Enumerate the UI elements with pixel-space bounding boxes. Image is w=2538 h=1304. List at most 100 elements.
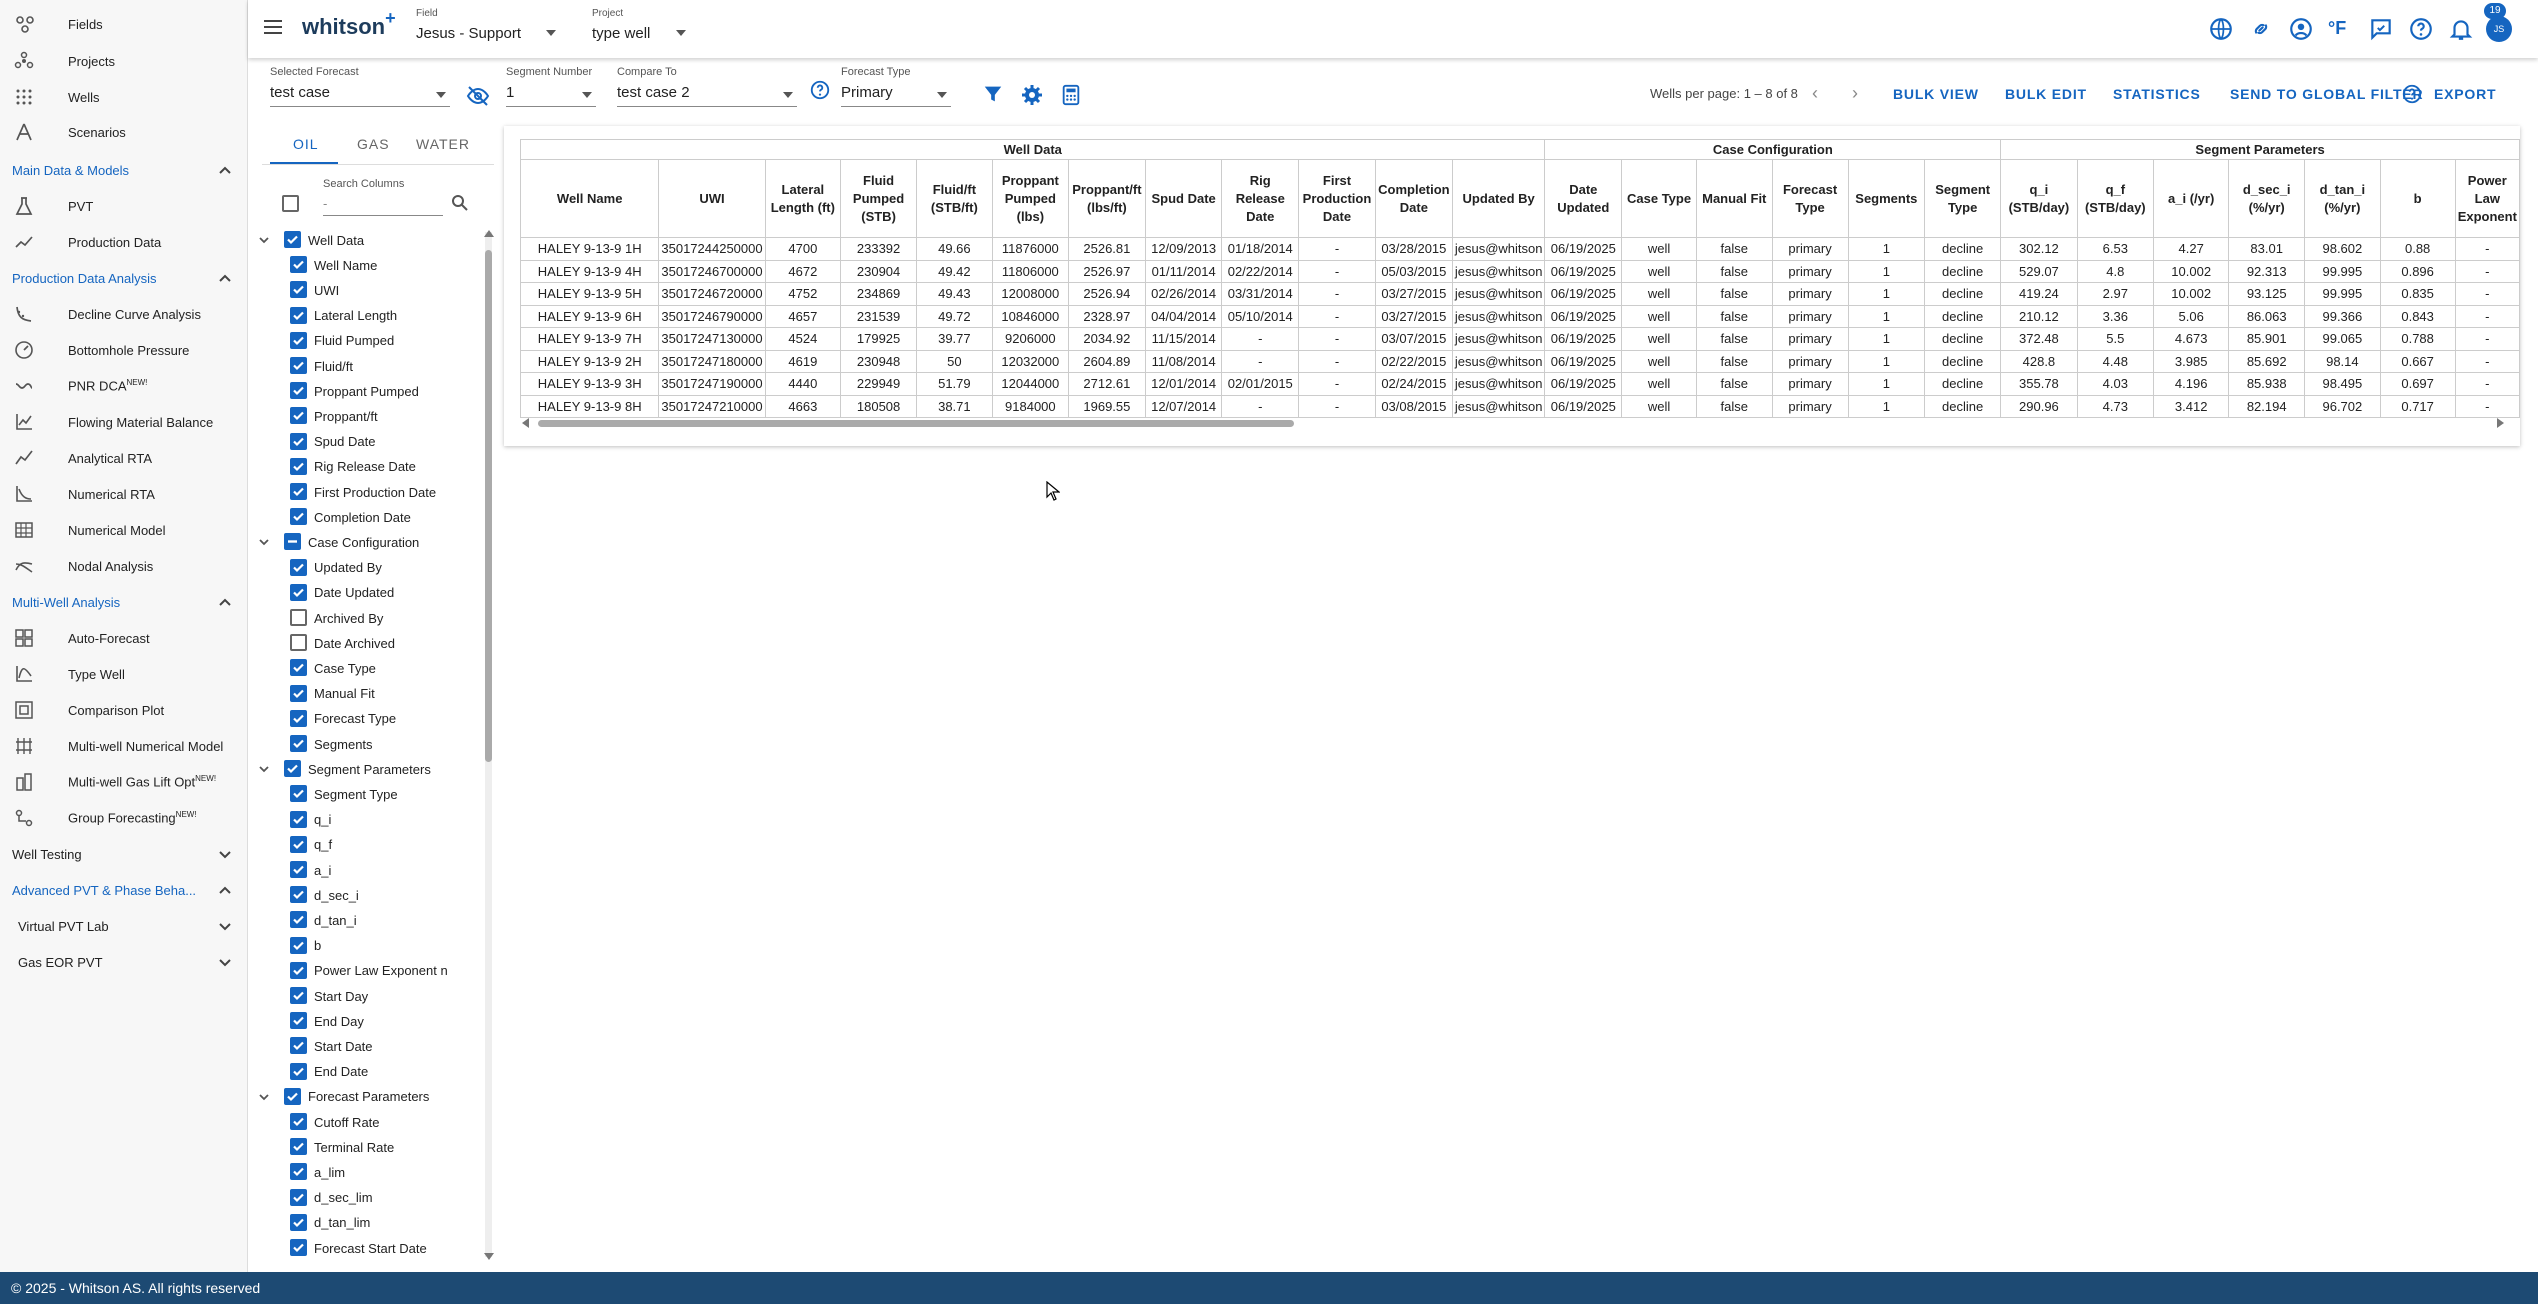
column-checkbox[interactable] — [290, 709, 307, 727]
table-cell[interactable]: 231539 — [840, 304, 918, 328]
table-cell[interactable]: 0.717 — [2379, 394, 2456, 418]
table-cell[interactable]: - — [2454, 327, 2521, 351]
tree-item-fluid-ft[interactable]: Fluid/ft — [258, 355, 484, 377]
tree-item-start-date[interactable]: Start Date — [258, 1035, 484, 1057]
tree-item-q-f[interactable]: q_f — [258, 834, 484, 856]
table-cell[interactable]: HALEY 9-13-9 2H — [519, 349, 660, 373]
table-cell[interactable]: false — [1695, 349, 1773, 373]
table-cell[interactable]: 355.78 — [2000, 372, 2078, 396]
column-header-date-updated[interactable]: Date Updated — [1544, 159, 1623, 238]
help-icon[interactable] — [2408, 16, 2434, 42]
column-checkbox[interactable] — [290, 457, 307, 475]
table-cell[interactable]: - — [2454, 259, 2521, 283]
table-cell[interactable]: 4.73 — [2076, 394, 2155, 418]
table-cell[interactable]: 02/22/2014 — [1221, 259, 1300, 283]
tree-item-archived-by[interactable]: Archived By — [258, 607, 484, 629]
table-cell[interactable]: 4619 — [764, 349, 842, 373]
tree-item-q-i[interactable]: q_i — [258, 809, 484, 831]
tree-item-manual-fit[interactable]: Manual Fit — [258, 683, 484, 705]
table-cell[interactable]: 93.125 — [2228, 282, 2306, 306]
table-cell[interactable]: well — [1621, 304, 1697, 328]
table-cell[interactable]: 12/07/2014 — [1144, 394, 1223, 418]
table-cell[interactable]: 50 — [916, 349, 993, 373]
tree-item-end-day[interactable]: End Day — [258, 1010, 484, 1032]
tree-item-d-sec-i[interactable]: d_sec_i — [258, 884, 484, 906]
table-cell[interactable]: false — [1695, 394, 1773, 418]
tree-item-uwi[interactable]: UWI — [258, 279, 484, 301]
sidebar-item-production-data[interactable]: Production Data — [0, 226, 248, 258]
table-cell[interactable]: decline — [1924, 394, 2002, 418]
table-cell[interactable]: 1 — [1847, 282, 1926, 306]
table-cell[interactable]: 85.938 — [2228, 372, 2306, 396]
table-cell[interactable]: 99.995 — [2304, 259, 2381, 283]
group-gas-eor-pvt[interactable]: Gas EOR PVT — [0, 945, 248, 979]
tree-item-end-date[interactable]: End Date — [258, 1061, 484, 1083]
column-header-updated-by[interactable]: Updated By — [1451, 159, 1546, 238]
column-checkbox[interactable] — [290, 735, 307, 752]
table-cell[interactable]: 04/04/2014 — [1144, 304, 1223, 328]
sidebar-item-multi-well-numerical-model[interactable]: Multi-well Numerical Model — [0, 730, 248, 762]
table-cell[interactable]: 02/26/2014 — [1144, 282, 1223, 306]
column-checkbox[interactable] — [290, 886, 307, 904]
table-cell[interactable]: 12/09/2013 — [1144, 237, 1223, 261]
bulk-edit-button[interactable]: BULK EDIT — [2005, 86, 2087, 102]
app-logo[interactable]: whitson+ — [302, 8, 396, 40]
bell-icon[interactable] — [2448, 16, 2474, 42]
table-cell[interactable]: false — [1695, 327, 1773, 351]
table-cell[interactable]: 01/11/2014 — [1144, 259, 1223, 283]
table-cell[interactable]: false — [1695, 282, 1773, 306]
table-cell[interactable]: 1969.55 — [1067, 394, 1146, 418]
table-cell[interactable]: 11876000 — [991, 237, 1069, 261]
table-cell[interactable]: 39.77 — [916, 327, 993, 351]
table-cell[interactable]: 4.8 — [2076, 259, 2155, 283]
column-checkbox[interactable] — [290, 256, 307, 274]
tree-item-spud-date[interactable]: Spud Date — [258, 431, 484, 453]
column-checkbox[interactable] — [290, 987, 307, 1004]
table-cell[interactable]: 1 — [1847, 349, 1926, 373]
tree-item-first-production-date[interactable]: First Production Date — [258, 481, 484, 503]
table-cell[interactable]: HALEY 9-13-9 6H — [519, 304, 660, 328]
table-cell[interactable]: - — [1298, 372, 1376, 396]
table-cell[interactable]: 51.79 — [916, 372, 993, 396]
table-cell[interactable]: 12032000 — [991, 349, 1069, 373]
column-checkbox[interactable] — [290, 1062, 307, 1080]
table-cell[interactable]: 229949 — [840, 372, 918, 396]
group-main-data-models[interactable]: Main Data & Models — [0, 153, 248, 187]
table-cell[interactable]: - — [1221, 349, 1300, 373]
column-checkbox[interactable] — [290, 1163, 307, 1181]
column-checkbox[interactable] — [290, 382, 307, 400]
table-row[interactable]: HALEY 9-13-9 6H 35017246790000 4657 231539 4… — [519, 304, 2521, 328]
table-cell[interactable]: 06/19/2025 — [1544, 259, 1623, 283]
tab-gas[interactable]: GAS — [357, 136, 390, 152]
sidebar-item-type-well[interactable]: Type Well — [0, 658, 248, 690]
table-cell[interactable]: 1 — [1847, 237, 1926, 261]
avatar[interactable]: JS — [2486, 16, 2512, 42]
table-cell[interactable]: 372.48 — [2000, 327, 2078, 351]
table-row[interactable]: HALEY 9-13-9 7H 35017247130000 4524 179925 3… — [519, 327, 2521, 351]
table-cell[interactable]: well — [1621, 282, 1697, 306]
table-cell[interactable]: 2034.92 — [1067, 327, 1146, 351]
send-to-global-filter-button[interactable]: SEND TO GLOBAL FILTER — [2230, 86, 2423, 102]
column-checkbox[interactable] — [290, 659, 307, 677]
table-cell[interactable]: 0.896 — [2379, 259, 2456, 283]
table-cell[interactable]: 99.065 — [2304, 327, 2381, 351]
select-all-checkbox[interactable] — [282, 195, 299, 212]
table-row[interactable]: HALEY 9-13-9 2H 35017247180000 4619 230948 5… — [519, 349, 2521, 373]
table-cell[interactable]: 35017247210000 — [658, 394, 766, 418]
tree-item-d-tan-i[interactable]: d_tan_i — [258, 909, 484, 931]
table-cell[interactable]: 98.602 — [2304, 237, 2381, 261]
feedback-icon[interactable] — [2368, 16, 2394, 42]
column-checkbox[interactable] — [290, 1213, 307, 1231]
table-row[interactable]: HALEY 9-13-9 4H 35017246700000 4672 230904 4… — [519, 259, 2521, 283]
tree-item-forecast-start-date[interactable]: Forecast Start Date — [258, 1237, 484, 1259]
statistics-button[interactable]: STATISTICS — [2113, 86, 2201, 102]
table-cell[interactable]: 4440 — [764, 372, 842, 396]
column-checkbox[interactable] — [290, 961, 307, 979]
table-cell[interactable]: HALEY 9-13-9 3H — [519, 372, 660, 396]
table-cell[interactable]: 0.788 — [2379, 327, 2456, 351]
globe-icon[interactable] — [2208, 16, 2234, 42]
table-cell[interactable]: HALEY 9-13-9 4H — [519, 259, 660, 283]
table-cell[interactable]: 9206000 — [991, 327, 1069, 351]
tree-item-cutoff-rate[interactable]: Cutoff Rate — [258, 1111, 484, 1133]
expand-chevron-icon[interactable] — [258, 233, 270, 245]
